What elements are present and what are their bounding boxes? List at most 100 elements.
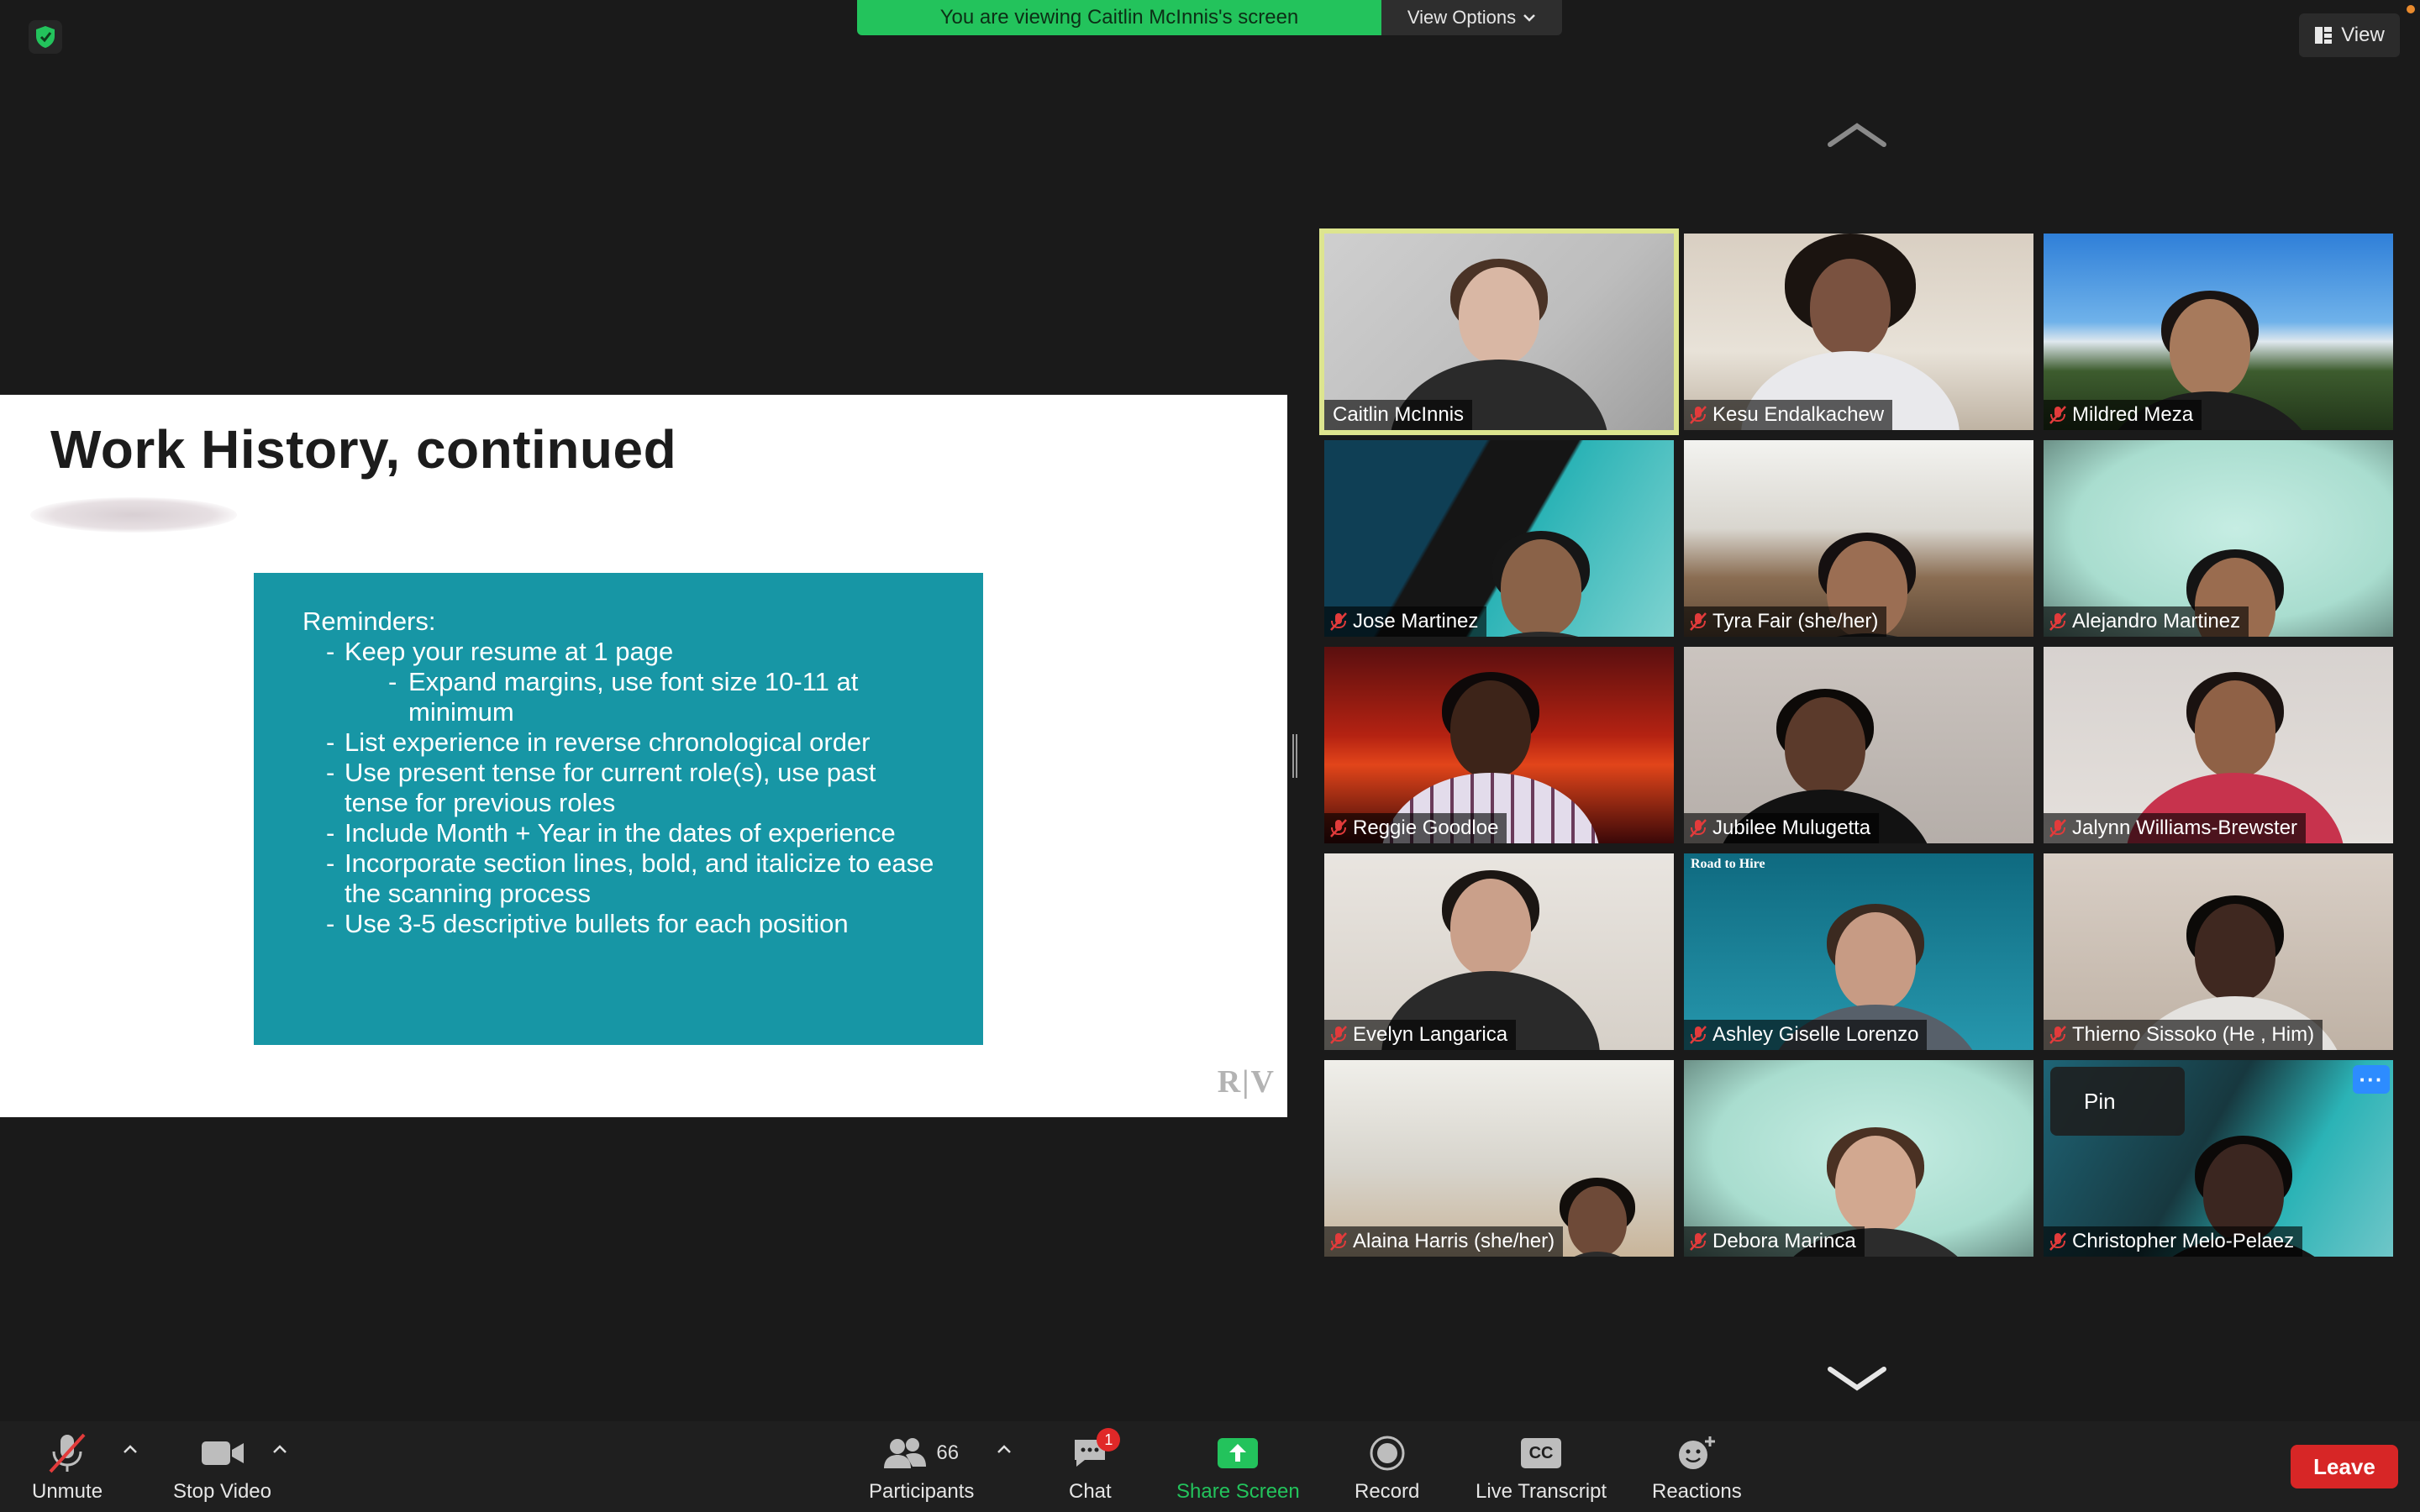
notification-dot bbox=[2407, 5, 2415, 13]
share-screen-button[interactable]: Share Screen bbox=[1176, 1430, 1300, 1504]
participant-name-tag: Alaina Harris (she/her) bbox=[1324, 1226, 1564, 1257]
view-options-label: View Options bbox=[1407, 7, 1517, 28]
participant-name-tag: Reggie Goodloe bbox=[1324, 813, 1507, 843]
live-transcript-button[interactable]: CC Live Transcript bbox=[1476, 1430, 1607, 1504]
participant-name-tag: Kesu Endalkachew bbox=[1684, 400, 1893, 430]
reminder-item: - List experience in reverse chronologica… bbox=[326, 727, 871, 757]
microphone-muted-icon bbox=[1329, 1025, 1348, 1045]
viewing-screen-banner: You are viewing Caitlin McInnis's screen bbox=[857, 0, 1381, 35]
participant-face bbox=[1450, 879, 1531, 976]
leave-button[interactable]: Leave bbox=[2291, 1445, 2398, 1488]
participant-name-tag: Christopher Melo-Pelaez bbox=[2044, 1226, 2303, 1257]
participant-face bbox=[1785, 697, 1865, 795]
more-options-icon[interactable]: ··· bbox=[2353, 1065, 2390, 1094]
participants-button[interactable]: 66 Participants bbox=[869, 1430, 974, 1504]
participant-tile[interactable]: Reggie Goodloe bbox=[1324, 647, 1674, 843]
closed-caption-icon: CC bbox=[1521, 1430, 1562, 1477]
reminder-item: - Use present tense for current role(s), … bbox=[326, 758, 876, 817]
participant-tile[interactable]: Evelyn Langarica bbox=[1324, 853, 1674, 1050]
microphone-muted-icon bbox=[1329, 1231, 1348, 1252]
microphone-muted-icon bbox=[1689, 1231, 1707, 1252]
record-icon bbox=[1370, 1430, 1405, 1477]
microphone-muted-icon bbox=[2049, 818, 2067, 838]
encryption-shield-icon[interactable] bbox=[29, 20, 62, 54]
shared-screen: Work History, continued Reminders: - Keep… bbox=[0, 395, 1287, 1117]
participant-name: Jose Martinez bbox=[1353, 610, 1479, 633]
participant-tile[interactable]: Kesu Endalkachew bbox=[1684, 234, 2033, 430]
reminder-item: - Incorporate section lines, bold, and it… bbox=[326, 848, 934, 908]
participant-face bbox=[1835, 912, 1916, 1010]
chevron-down-icon[interactable] bbox=[1827, 1366, 1887, 1391]
pin-menu-item[interactable]: Pin bbox=[2050, 1067, 2185, 1136]
participant-name: Ashley Giselle Lorenzo bbox=[1712, 1023, 1919, 1046]
participant-tile[interactable]: Jalynn Williams-Brewster bbox=[2044, 647, 2393, 843]
audio-options-caret-icon[interactable] bbox=[121, 1443, 139, 1455]
participant-face bbox=[2195, 904, 2275, 1001]
microphone-muted-icon bbox=[1329, 818, 1348, 838]
chat-label: Chat bbox=[1069, 1480, 1112, 1503]
participant-face bbox=[1459, 267, 1539, 365]
participant-face bbox=[1501, 539, 1581, 637]
participants-count: 66 bbox=[936, 1441, 960, 1464]
participant-tile[interactable]: Caitlin McInnis bbox=[1319, 228, 1679, 435]
participant-tile[interactable]: Thierno Sissoko (He , Him) bbox=[2044, 853, 2393, 1050]
share-screen-label: Share Screen bbox=[1176, 1480, 1300, 1503]
share-screen-icon bbox=[1217, 1430, 1259, 1477]
participant-tile[interactable]: Alaina Harris (she/her) bbox=[1324, 1060, 1674, 1257]
participant-tile[interactable]: Jose Martinez bbox=[1324, 440, 1674, 637]
view-options-button[interactable]: View Options bbox=[1381, 0, 1562, 35]
participant-tile[interactable]: Mildred Meza bbox=[2044, 234, 2393, 430]
split-view-handle[interactable] bbox=[1292, 734, 1297, 778]
participant-name: Reggie Goodloe bbox=[1353, 816, 1499, 839]
participant-name-tag: Jalynn Williams-Brewster bbox=[2044, 813, 2307, 843]
participant-tile[interactable]: Tyra Fair (she/her) bbox=[1684, 440, 2033, 637]
chevron-up-icon[interactable] bbox=[1827, 123, 1887, 148]
participants-caret-icon[interactable] bbox=[995, 1443, 1013, 1455]
participant-name: Caitlin McInnis bbox=[1333, 403, 1465, 426]
reminder-item: - Use 3-5 descriptive bullets for each po… bbox=[326, 909, 849, 938]
virtual-background-text: Road to Hire bbox=[1691, 857, 1765, 871]
reactions-label: Reactions bbox=[1652, 1480, 1742, 1503]
stop-video-button[interactable]: Stop Video bbox=[173, 1430, 271, 1504]
participant-tile[interactable]: Jubilee Mulugetta bbox=[1684, 647, 2033, 843]
participant-face bbox=[1835, 1136, 1916, 1233]
microphone-muted-icon bbox=[2049, 612, 2067, 632]
participant-name: Debora Marinca bbox=[1712, 1230, 1856, 1252]
chat-unread-badge: 1 bbox=[1097, 1428, 1121, 1452]
microphone-muted-icon bbox=[2049, 405, 2067, 425]
participant-name-tag: Tyra Fair (she/her) bbox=[1684, 606, 1887, 637]
participant-name: Jubilee Mulugetta bbox=[1712, 816, 1871, 839]
unmute-button[interactable]: Unmute bbox=[32, 1430, 103, 1504]
microphone-muted-icon bbox=[1689, 818, 1707, 838]
stop-video-label: Stop Video bbox=[173, 1480, 271, 1503]
reminder-item: - Include Month + Year in the dates of ex… bbox=[326, 818, 896, 848]
banner-text: You are viewing Caitlin McInnis's screen bbox=[939, 6, 1299, 29]
reminder-subitem: - Expand margins, use font size 10-11 at … bbox=[388, 667, 859, 727]
participant-name-tag: Jubilee Mulugetta bbox=[1684, 813, 1880, 843]
meeting-toolbar: Unmute Stop Video 66 Participants 1 Chat… bbox=[0, 1421, 2420, 1512]
participant-face bbox=[1810, 259, 1891, 356]
participant-name-tag: Alejandro Martinez bbox=[2044, 606, 2249, 637]
participant-tile[interactable]: Christopher Melo-Pelaez Pin ··· bbox=[2044, 1060, 2393, 1257]
view-layout-button[interactable]: View bbox=[2299, 13, 2400, 57]
record-button[interactable]: Record bbox=[1355, 1430, 1419, 1504]
microphone-muted-icon bbox=[1329, 612, 1348, 632]
participant-tile[interactable]: Debora Marinca bbox=[1684, 1060, 2033, 1257]
microphone-muted-icon bbox=[1689, 405, 1707, 425]
chat-button[interactable]: 1 Chat bbox=[1069, 1428, 1121, 1504]
participant-face bbox=[1450, 680, 1531, 778]
video-options-caret-icon[interactable] bbox=[271, 1443, 289, 1455]
participant-name: Christopher Melo-Pelaez bbox=[2072, 1230, 2295, 1252]
reactions-button[interactable]: Reactions bbox=[1652, 1430, 1742, 1504]
decorative-brush-stroke bbox=[30, 497, 237, 533]
participant-tile[interactable]: Road to Hire Ashley Giselle Lorenzo bbox=[1684, 853, 2033, 1050]
record-label: Record bbox=[1355, 1480, 1420, 1503]
participant-face bbox=[2170, 299, 2250, 396]
participant-tile[interactable]: Alejandro Martinez bbox=[2044, 440, 2393, 637]
participant-name-tag: Evelyn Langarica bbox=[1324, 1020, 1517, 1050]
participant-name: Mildred Meza bbox=[2072, 403, 2194, 426]
participant-name-tag: Caitlin McInnis bbox=[1324, 400, 1473, 430]
microphone-muted-icon bbox=[44, 1430, 91, 1477]
chat-bubble-icon: 1 bbox=[1071, 1428, 1121, 1477]
rv-logo: R|V bbox=[1217, 1064, 1276, 1100]
